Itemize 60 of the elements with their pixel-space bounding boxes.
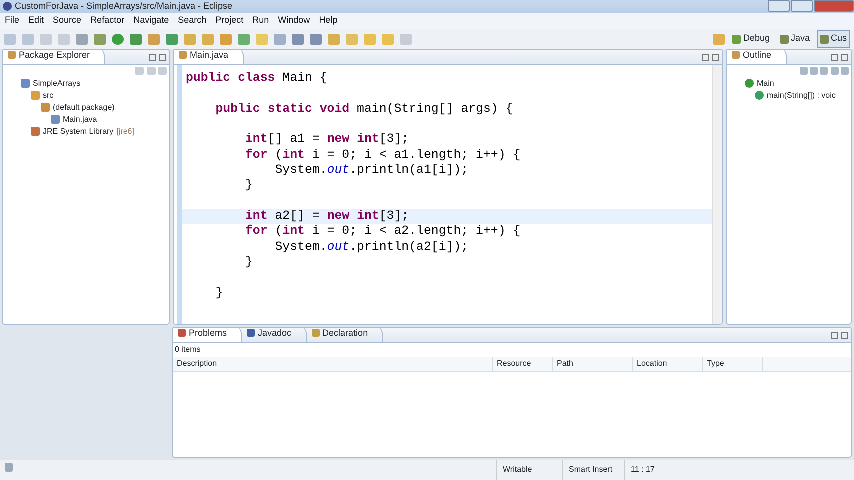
tree-item[interactable]: (default package) bbox=[41, 102, 169, 114]
menu-item[interactable]: Navigate bbox=[134, 14, 170, 28]
view-tab[interactable]: Javadoc bbox=[242, 328, 307, 342]
menu-item[interactable]: Run bbox=[252, 14, 270, 28]
scrollbar[interactable] bbox=[712, 65, 722, 324]
window-title: CustomForJava - SimpleArrays/src/Main.java - Eclipse bbox=[15, 0, 233, 13]
menu-item[interactable]: Refactor bbox=[90, 14, 125, 28]
minimize-button[interactable] bbox=[149, 54, 156, 61]
tree-item[interactable]: JRE System Library [jre6] bbox=[31, 126, 169, 138]
outline-item[interactable]: Main bbox=[745, 78, 851, 90]
app-icon bbox=[3, 2, 12, 11]
item-count: 0 items bbox=[174, 344, 202, 356]
view-tab[interactable]: Package Explorer bbox=[3, 50, 106, 64]
tree-item[interactable]: src bbox=[31, 90, 169, 102]
view-tab[interactable]: Problems bbox=[173, 328, 242, 342]
menu-item[interactable]: Source bbox=[53, 14, 82, 28]
code-line: System.out.println(a1[i]); bbox=[274, 163, 470, 178]
code-line: } bbox=[244, 178, 254, 194]
view-tab[interactable]: Outline bbox=[727, 50, 787, 64]
perspective-button[interactable]: Java bbox=[776, 30, 813, 48]
maximize-button[interactable] bbox=[841, 54, 848, 61]
code-line: } bbox=[244, 255, 254, 270]
column-header[interactable]: Path bbox=[553, 357, 633, 371]
outline-item[interactable]: main(String[]) : voic bbox=[755, 90, 851, 102]
maximize-button[interactable] bbox=[841, 332, 848, 339]
menu-item[interactable]: Search bbox=[178, 14, 207, 28]
status-field: 11 : 17 bbox=[624, 460, 684, 480]
perspective-button[interactable]: Debug bbox=[729, 30, 773, 48]
status-field: Writable bbox=[496, 460, 562, 480]
maximize-button[interactable] bbox=[712, 54, 719, 61]
method-icon bbox=[755, 91, 764, 100]
maximize-button[interactable] bbox=[159, 54, 166, 61]
minimize-button[interactable] bbox=[831, 332, 838, 339]
menu-item[interactable]: File bbox=[5, 14, 20, 28]
menu-item[interactable]: Project bbox=[216, 14, 244, 28]
code-line: int[] a1 = new int[3]; bbox=[244, 132, 410, 148]
minimize-button[interactable] bbox=[768, 0, 790, 12]
column-header[interactable]: Resource bbox=[493, 357, 553, 371]
column-header[interactable]: Description bbox=[173, 357, 493, 371]
view-tab[interactable]: Declaration bbox=[306, 328, 384, 342]
minimize-button[interactable] bbox=[831, 54, 838, 61]
perspective-button[interactable]: Cus bbox=[816, 30, 850, 48]
close-button[interactable] bbox=[814, 0, 854, 12]
code-line: } bbox=[214, 286, 224, 302]
minimize-button[interactable] bbox=[702, 54, 709, 61]
tree-item[interactable]: SimpleArrays bbox=[21, 78, 169, 90]
tree-item[interactable]: Main.java bbox=[51, 114, 169, 126]
code-line: for (int i = 0; i < a1.length; i++) { bbox=[244, 148, 522, 164]
menu-item[interactable]: Edit bbox=[28, 14, 44, 28]
column-header[interactable]: Location bbox=[633, 357, 703, 371]
status-field: Smart Insert bbox=[562, 460, 624, 480]
column-header[interactable]: Type bbox=[703, 357, 763, 371]
code-line: for (int i = 0; i < a2.length; i++) { bbox=[244, 224, 522, 240]
menu-item[interactable]: Window bbox=[278, 14, 310, 28]
code-line: public static void main(String[] args) { bbox=[214, 102, 514, 118]
menu-item[interactable]: Help bbox=[319, 14, 338, 28]
code-line: public class Main { bbox=[185, 71, 328, 86]
view-tab[interactable]: Main.java bbox=[174, 50, 244, 64]
maximize-button[interactable] bbox=[791, 0, 813, 12]
code-line: System.out.println(a2[i]); bbox=[274, 240, 470, 256]
